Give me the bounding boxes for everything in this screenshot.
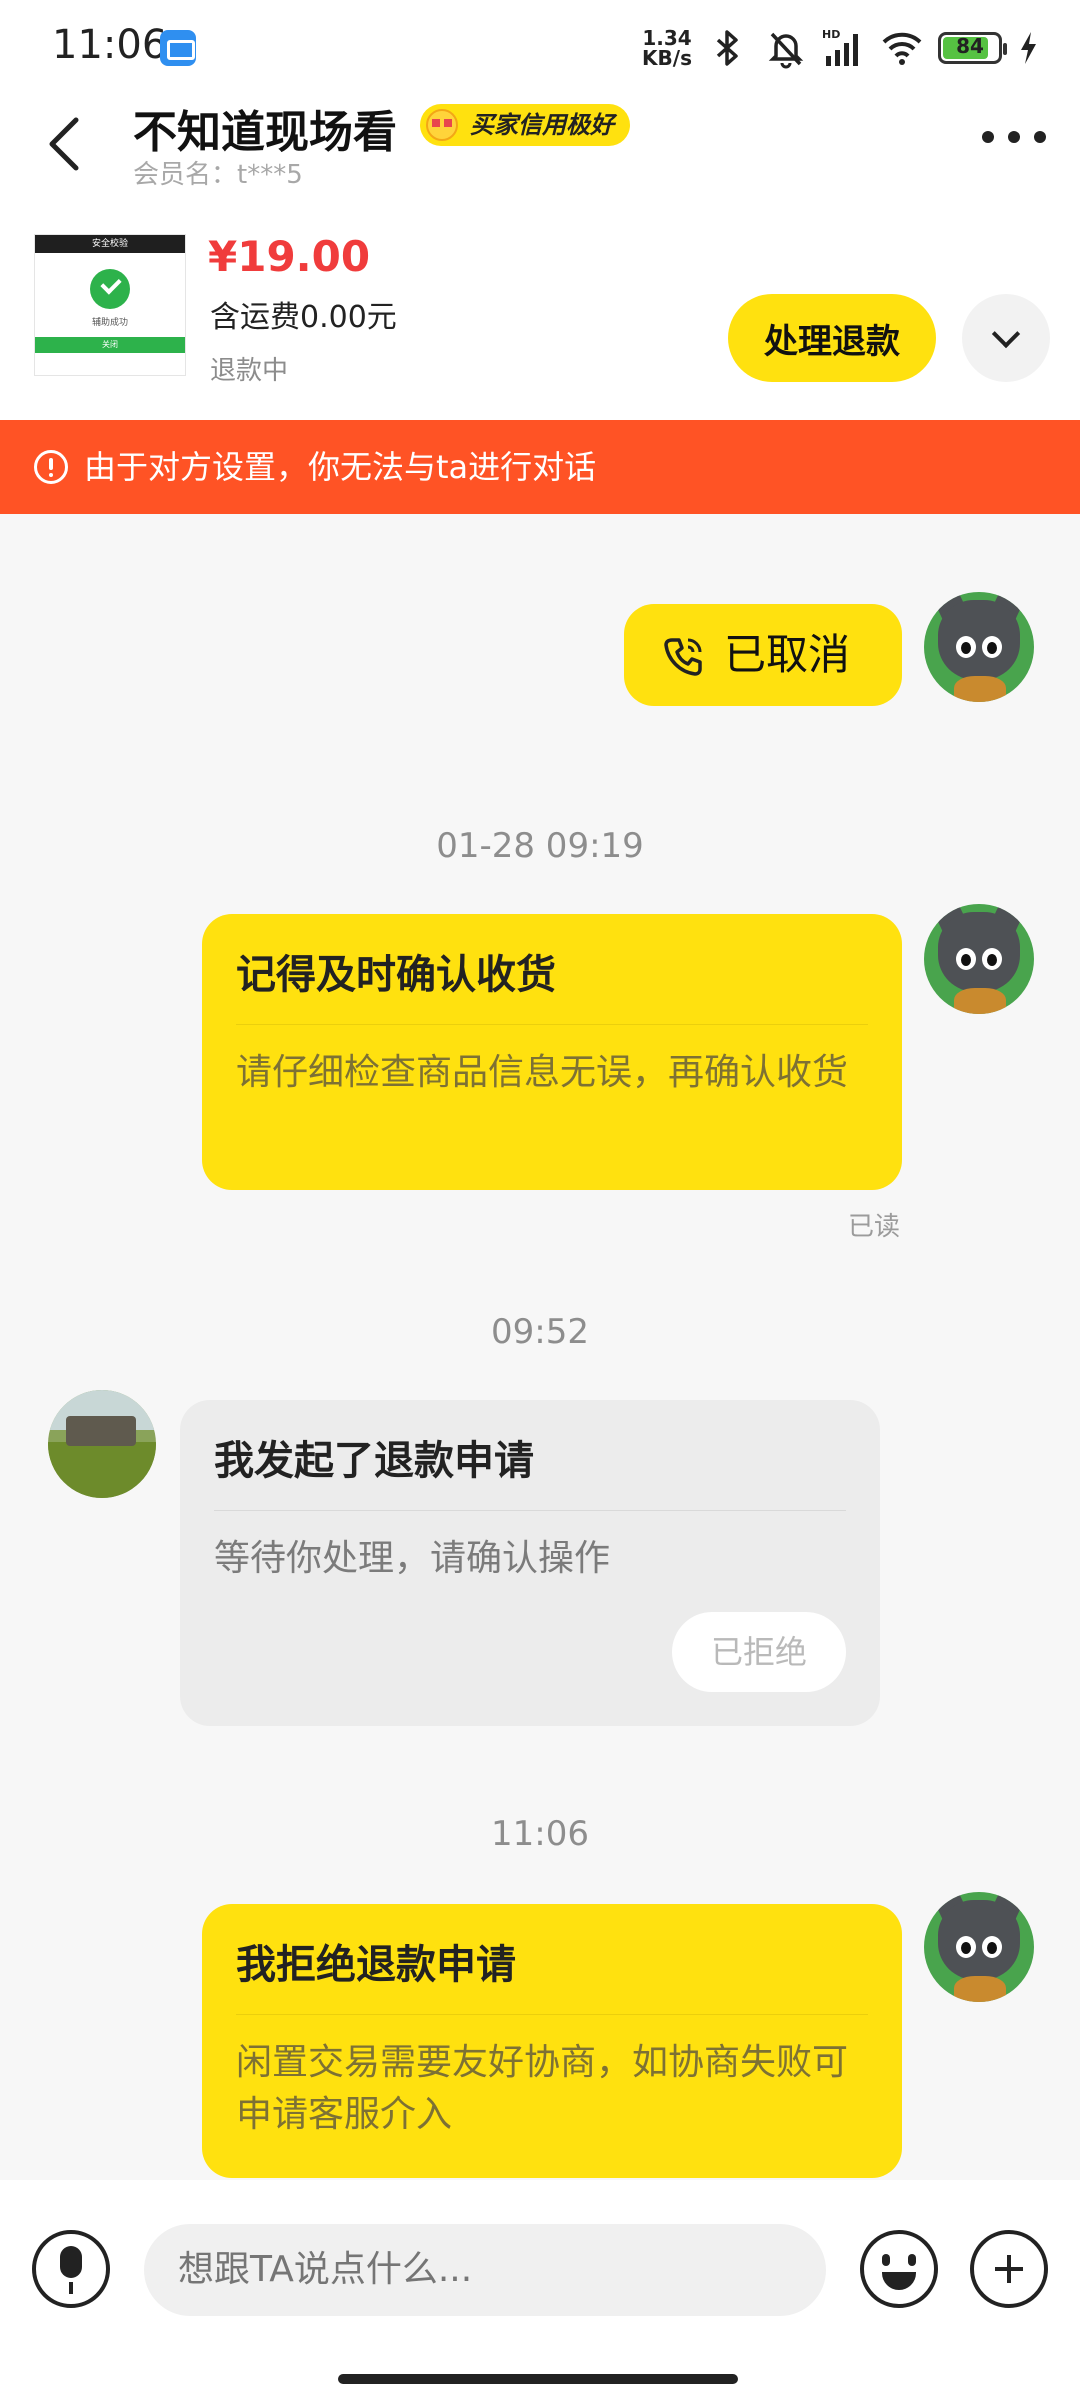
timestamp: 09:52: [491, 1312, 589, 1352]
app-icon: [160, 30, 196, 66]
product-card[interactable]: 安全校验 辅助成功 关闭 ¥19.00 含运费0.00元 退款中 处理退款: [0, 190, 1080, 420]
charging-icon: [1021, 32, 1036, 64]
call-message-bubble[interactable]: 已取消: [624, 604, 902, 706]
buyer-avatar[interactable]: [48, 1390, 156, 1498]
member-name: 会员名：t***5: [133, 160, 303, 190]
cool-face-icon: [426, 109, 458, 141]
card-body: 等待你处理，请确认操作: [214, 1538, 611, 1579]
message-card[interactable]: 我拒绝退款申请 闲置交易需要友好协商，如协商失败可申请客服介入: [202, 1904, 902, 2178]
product-thumbnail[interactable]: 安全校验 辅助成功 关闭: [34, 234, 186, 376]
timestamp: 01-28 09:19: [436, 826, 644, 866]
plus-icon[interactable]: [970, 2230, 1048, 2308]
timestamp: 11:06: [491, 1814, 589, 1854]
chevron-down-icon[interactable]: [962, 294, 1050, 382]
back-arrow-icon[interactable]: [36, 108, 96, 178]
message-card[interactable]: 记得及时确认收货 请仔细检查商品信息无误，再确认收货: [202, 914, 902, 1190]
order-status: 退款中: [210, 356, 289, 386]
chat-header: 不知道现场看 买家信用极好 会员名：t***5: [0, 96, 1080, 190]
emoji-icon[interactable]: [860, 2230, 938, 2308]
card-title: 我拒绝退款申请: [236, 1932, 868, 2015]
battery-icon: 84: [938, 32, 1007, 64]
card-title: 我发起了退款申请: [214, 1428, 846, 1511]
home-indicator[interactable]: [338, 2374, 738, 2384]
message-input[interactable]: [144, 2224, 826, 2316]
wifi-icon: [882, 32, 922, 65]
phone-icon: [664, 638, 702, 676]
bluetooth-icon: [716, 30, 738, 66]
refund-request-card[interactable]: 我发起了退款申请 等待你处理，请确认操作 已拒绝: [180, 1400, 880, 1726]
check-icon: [90, 269, 130, 309]
mute-bell-icon: [768, 32, 804, 69]
contact-name: 不知道现场看: [133, 107, 397, 158]
shipping-fee: 含运费0.00元: [210, 300, 397, 335]
card-body: 请仔细检查商品信息无误，再确认收货: [236, 1052, 849, 1093]
more-options-icon[interactable]: [982, 122, 1046, 152]
battery-level: 84: [956, 34, 984, 58]
rejected-button[interactable]: 已拒绝: [672, 1612, 846, 1692]
status-icons: 1.34 KB/s HD 84: [642, 26, 1040, 70]
status-bar: 11:06 1.34 KB/s HD 84: [0, 0, 1080, 96]
card-title: 记得及时确认收货: [236, 942, 868, 1025]
process-refund-button[interactable]: 处理退款: [728, 294, 936, 382]
my-avatar[interactable]: [924, 904, 1034, 1014]
input-bar: [0, 2180, 1080, 2400]
credit-badge: 买家信用极好: [420, 104, 630, 146]
alert-icon: [34, 450, 68, 484]
read-status: 已读: [848, 1212, 901, 1242]
product-price: ¥19.00: [208, 232, 371, 281]
status-time: 11:06: [52, 22, 168, 68]
card-body: 闲置交易需要友好协商，如协商失败可申请客服介入: [236, 2042, 849, 2135]
my-avatar[interactable]: [924, 1892, 1034, 2002]
warning-banner: 由于对方设置，你无法与ta进行对话: [0, 420, 1080, 514]
svg-text:HD: HD: [822, 28, 840, 41]
my-avatar[interactable]: [924, 592, 1034, 702]
signal-icon: HD: [822, 28, 858, 66]
microphone-icon[interactable]: [32, 2230, 110, 2308]
net-speed: 1.34 KB/s: [642, 26, 692, 70]
